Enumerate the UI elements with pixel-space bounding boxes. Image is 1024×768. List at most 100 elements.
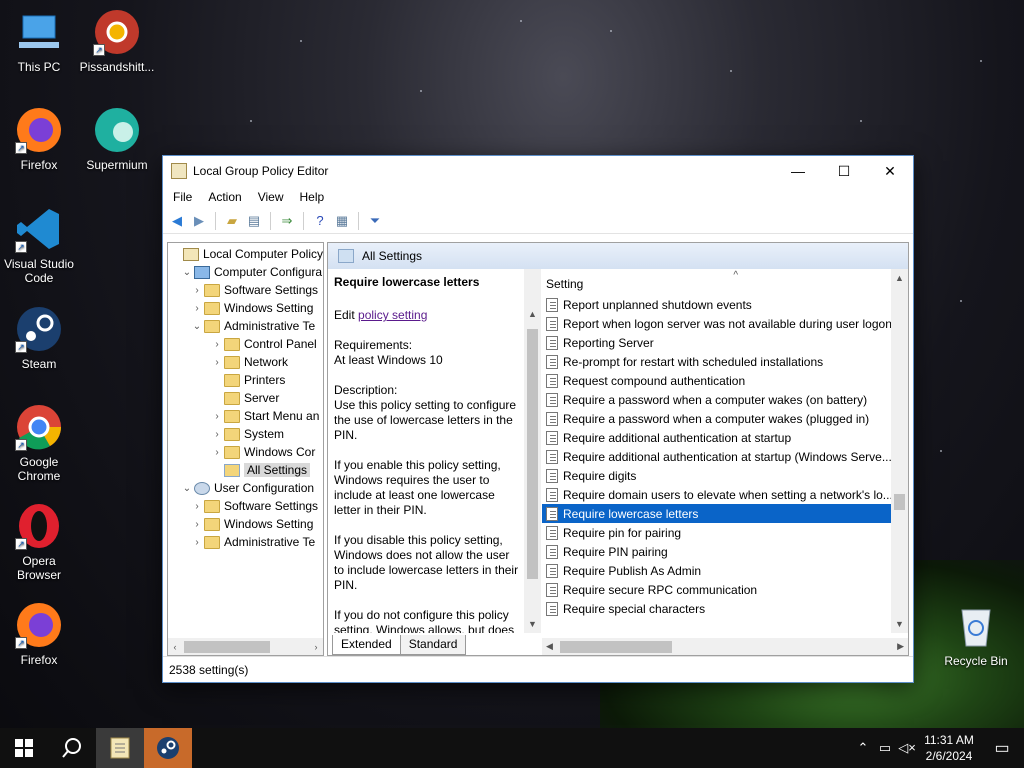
extended-view-icon[interactable]: ▦ bbox=[332, 211, 352, 231]
setting-row[interactable]: Require digits bbox=[542, 466, 892, 485]
forward-icon[interactable]: ▶ bbox=[189, 211, 209, 231]
help-icon[interactable]: ? bbox=[310, 211, 330, 231]
collapse-chevron-icon[interactable]: › bbox=[190, 285, 204, 296]
setting-row[interactable]: Require lowercase letters bbox=[542, 504, 892, 523]
setting-row[interactable]: Require domain users to elevate when set… bbox=[542, 485, 892, 504]
scroll-up-icon[interactable]: ▲ bbox=[528, 309, 537, 319]
filter-icon[interactable]: ⏷ bbox=[365, 211, 385, 231]
notifications-icon[interactable]: ▭ bbox=[980, 738, 1024, 758]
tree-node[interactable]: ⌄ Computer Configura bbox=[168, 263, 323, 281]
tree-node[interactable]: Server bbox=[168, 389, 323, 407]
scroll-left-icon[interactable]: ‹ bbox=[168, 642, 182, 652]
setting-row[interactable]: Require pin for pairing bbox=[542, 523, 892, 542]
list-vertical-scrollbar[interactable]: ▲ ▼ bbox=[891, 269, 908, 633]
setting-row[interactable]: Report when logon server was not availab… bbox=[542, 314, 892, 333]
search-button[interactable] bbox=[48, 728, 96, 768]
policy-setting-link[interactable]: policy setting bbox=[358, 308, 427, 322]
column-header-setting[interactable]: Setting ^ bbox=[542, 269, 908, 295]
setting-row[interactable]: Require PIN pairing bbox=[542, 542, 892, 561]
collapse-chevron-icon[interactable]: › bbox=[190, 501, 204, 512]
setting-row[interactable]: Require additional authentication at sta… bbox=[542, 428, 892, 447]
desktop-icon-opera[interactable]: ↗ Opera Browser bbox=[0, 502, 78, 582]
maximize-button[interactable]: ☐ bbox=[821, 156, 867, 186]
collapse-chevron-icon[interactable]: › bbox=[210, 357, 224, 368]
clock[interactable]: 11:31 AM 2/6/2024 bbox=[918, 732, 980, 764]
tree-node[interactable]: ⌄ User Configuration bbox=[168, 479, 323, 497]
desktop-icon-recycle-bin[interactable]: Recycle Bin bbox=[936, 602, 1016, 668]
tree-node[interactable]: › Control Panel bbox=[168, 335, 323, 353]
setting-row[interactable]: Require a password when a computer wakes… bbox=[542, 390, 892, 409]
collapse-chevron-icon[interactable]: › bbox=[190, 303, 204, 314]
tab-extended[interactable]: Extended bbox=[332, 635, 401, 655]
setting-row[interactable]: Report unplanned shutdown events bbox=[542, 295, 892, 314]
collapse-chevron-icon[interactable]: › bbox=[210, 339, 224, 350]
menu-help[interactable]: Help bbox=[292, 190, 333, 204]
chevron-up-icon[interactable]: ⌃ bbox=[852, 740, 874, 756]
network-icon[interactable]: ▭ bbox=[874, 740, 896, 756]
expand-chevron-icon[interactable]: ⌄ bbox=[180, 267, 194, 278]
scroll-thumb[interactable] bbox=[894, 494, 905, 510]
desktop-icon-vscode[interactable]: ↗ Visual Studio Code bbox=[0, 205, 78, 285]
menu-view[interactable]: View bbox=[250, 190, 292, 204]
taskbar-app-steam[interactable] bbox=[144, 728, 192, 768]
desktop-icon-steam[interactable]: ↗ Steam bbox=[0, 305, 78, 371]
close-button[interactable]: ✕ bbox=[867, 156, 913, 186]
back-icon[interactable]: ◀ bbox=[167, 211, 187, 231]
setting-row[interactable]: Reporting Server bbox=[542, 333, 892, 352]
tree-node[interactable]: Printers bbox=[168, 371, 323, 389]
expand-chevron-icon[interactable]: ⌄ bbox=[190, 321, 204, 332]
tree-node[interactable]: › Software Settings bbox=[168, 281, 323, 299]
tree-node[interactable]: › Windows Setting bbox=[168, 515, 323, 533]
tree-node[interactable]: › Administrative Te bbox=[168, 533, 323, 551]
scroll-thumb[interactable] bbox=[560, 641, 672, 653]
setting-row[interactable]: Require a password when a computer wakes… bbox=[542, 409, 892, 428]
export-list-icon[interactable]: ⇒ bbox=[277, 211, 297, 231]
setting-row[interactable]: Require secure RPC communication bbox=[542, 580, 892, 599]
desktop-icon-this-pc[interactable]: This PC bbox=[0, 8, 78, 74]
up-folder-icon[interactable]: ▰ bbox=[222, 211, 242, 231]
setting-row[interactable]: Require Publish As Admin bbox=[542, 561, 892, 580]
desktop-icon-supermium[interactable]: Supermium bbox=[78, 106, 156, 172]
collapse-chevron-icon[interactable]: › bbox=[210, 429, 224, 440]
description-vertical-scrollbar[interactable]: ▲ ▼ bbox=[524, 269, 541, 633]
tree-node[interactable]: › Windows Cor bbox=[168, 443, 323, 461]
scroll-up-icon[interactable]: ▲ bbox=[895, 273, 904, 283]
desktop-icon-google-chrome[interactable]: ↗ Google Chrome bbox=[0, 403, 78, 483]
scroll-left-icon[interactable]: ◀ bbox=[546, 641, 553, 652]
list-horizontal-scrollbar[interactable]: ◀ ▶ bbox=[542, 638, 908, 655]
show-hide-tree-icon[interactable]: ▤ bbox=[244, 211, 264, 231]
collapse-chevron-icon[interactable]: › bbox=[210, 411, 224, 422]
setting-row[interactable]: Request compound authentication bbox=[542, 371, 892, 390]
tree-node[interactable]: › Software Settings bbox=[168, 497, 323, 515]
taskbar-app-policy-editor[interactable] bbox=[96, 728, 144, 768]
tree-node[interactable]: All Settings bbox=[168, 461, 323, 479]
desktop-icon-pissandshitt[interactable]: ↗ Pissandshitt... bbox=[78, 8, 156, 74]
tree-node[interactable]: › System bbox=[168, 425, 323, 443]
setting-row[interactable]: Re-prompt for restart with scheduled ins… bbox=[542, 352, 892, 371]
desktop-icon-firefox-2[interactable]: ↗ Firefox bbox=[0, 601, 78, 667]
scroll-right-icon[interactable]: › bbox=[309, 642, 323, 652]
scroll-down-icon[interactable]: ▼ bbox=[528, 619, 537, 629]
setting-row[interactable]: Require additional authentication at sta… bbox=[542, 447, 892, 466]
expand-chevron-icon[interactable]: ⌄ bbox=[180, 483, 194, 494]
minimize-button[interactable]: — bbox=[775, 156, 821, 186]
setting-row[interactable]: Require special characters bbox=[542, 599, 892, 618]
scroll-down-icon[interactable]: ▼ bbox=[895, 619, 904, 629]
scroll-thumb[interactable] bbox=[527, 329, 538, 579]
scroll-right-icon[interactable]: ▶ bbox=[897, 641, 904, 652]
tab-standard[interactable]: Standard bbox=[399, 635, 467, 655]
tree-node[interactable]: › Network bbox=[168, 353, 323, 371]
tree-node[interactable]: › Windows Setting bbox=[168, 299, 323, 317]
collapse-chevron-icon[interactable]: › bbox=[190, 519, 204, 530]
collapse-chevron-icon[interactable]: › bbox=[190, 537, 204, 548]
scroll-thumb[interactable] bbox=[184, 640, 270, 653]
menu-action[interactable]: Action bbox=[200, 190, 249, 204]
desktop-icon-firefox[interactable]: ↗ Firefox bbox=[0, 106, 78, 172]
start-button[interactable] bbox=[0, 728, 48, 768]
volume-muted-icon[interactable]: ◁× bbox=[896, 740, 918, 756]
collapse-chevron-icon[interactable]: › bbox=[210, 447, 224, 458]
tree-node[interactable]: ⌄ Administrative Te bbox=[168, 317, 323, 335]
tree-node[interactable]: Local Computer Policy bbox=[168, 245, 323, 263]
title-bar[interactable]: Local Group Policy Editor — ☐ ✕ bbox=[163, 156, 913, 186]
menu-file[interactable]: File bbox=[165, 190, 200, 204]
